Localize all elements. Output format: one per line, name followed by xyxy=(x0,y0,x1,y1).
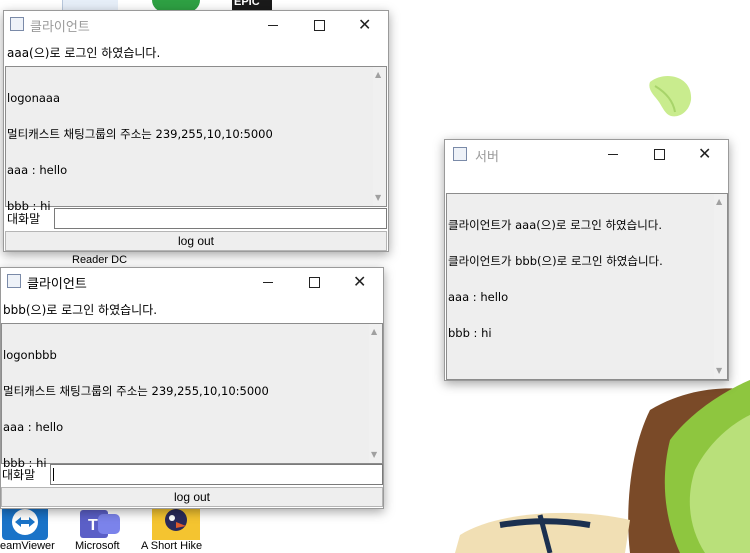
title-bar[interactable]: 클라이언트 ✕ xyxy=(4,11,388,39)
window-title: 클라이언트 xyxy=(30,20,90,35)
logout-button[interactable]: log out xyxy=(1,487,383,507)
epic-logo-text: EPIC xyxy=(234,0,260,8)
vertical-scrollbar[interactable]: ▲ ▼ xyxy=(373,67,386,206)
maximize-icon xyxy=(314,20,325,31)
window-title: 서버 xyxy=(475,150,499,165)
scroll-down-icon[interactable]: ▼ xyxy=(371,451,377,459)
logout-button[interactable]: log out xyxy=(5,231,387,251)
log-line: aaa : hello xyxy=(448,290,509,304)
minimize-icon xyxy=(263,282,273,283)
chat-message-input[interactable] xyxy=(50,464,383,485)
close-button[interactable]: ✕ xyxy=(682,140,728,168)
text-caret xyxy=(53,468,54,481)
a-short-hike-icon[interactable] xyxy=(152,504,200,540)
minimize-icon xyxy=(268,25,278,26)
client-window-aaa[interactable]: 클라이언트 ✕ aaa(으)로 로그인 하였습니다. logonaaa 멀티캐스… xyxy=(3,10,389,252)
minimize-button[interactable] xyxy=(590,140,636,168)
maximize-icon xyxy=(309,277,320,288)
window-title: 클라이언트 xyxy=(27,277,87,292)
java-app-icon xyxy=(453,147,467,161)
maximize-icon xyxy=(654,149,665,160)
scroll-down-icon[interactable]: ▼ xyxy=(375,194,381,202)
minimize-button[interactable] xyxy=(245,268,291,296)
chat-log-area[interactable]: logonaaa 멀티캐스트 채팅그룹의 주소는 239,255,10,10:5… xyxy=(5,66,387,212)
log-line: aaa : hello xyxy=(3,420,64,434)
desktop-label-a-short-hike: A Short Hike xyxy=(141,540,203,552)
title-bar[interactable]: 서버 ✕ xyxy=(445,140,728,168)
java-app-icon xyxy=(7,274,21,288)
chat-label: 대화말 xyxy=(2,468,36,482)
scroll-up-icon[interactable]: ▲ xyxy=(371,328,377,336)
chat-log-area[interactable]: logonbbb 멀티캐스트 채팅그룹의 주소는 239,255,10,10:5… xyxy=(1,323,383,469)
server-window[interactable]: 서버 ✕ 클라이언트가 aaa(으)로 로그인 하였습니다. 클라이언트가 bb… xyxy=(444,139,729,381)
close-button[interactable]: ✕ xyxy=(337,268,383,296)
close-button[interactable]: ✕ xyxy=(342,11,388,39)
log-line: logonaaa xyxy=(7,91,60,105)
chat-label: 대화말 xyxy=(7,212,41,226)
maximize-button[interactable] xyxy=(296,11,342,39)
vertical-scrollbar[interactable]: ▲ ▼ xyxy=(714,194,727,379)
desktop-label-microsoft: Microsoft xyxy=(75,540,120,552)
desktop-label-reader: Reader DC xyxy=(72,254,128,266)
client-window-bbb[interactable]: 클라이언트 ✕ bbb(으)로 로그인 하였습니다. logonbbb 멀티캐스… xyxy=(0,267,384,509)
microsoft-teams-icon[interactable]: T xyxy=(78,506,124,540)
log-line: 클라이언트가 aaa(으)로 로그인 하였습니다. xyxy=(448,218,663,232)
log-line: bbb : hi xyxy=(448,326,492,340)
minimize-icon xyxy=(608,154,618,155)
log-line: 멀티캐스트 채팅그룹의 주소는 239,255,10,10:5000 xyxy=(3,384,269,398)
log-line: 클라이언트가 bbb(으)로 로그인 하였습니다. xyxy=(448,254,663,268)
chat-message-input[interactable] xyxy=(54,208,387,229)
java-app-icon xyxy=(10,17,24,31)
close-icon: ✕ xyxy=(358,15,372,34)
scroll-up-icon[interactable]: ▲ xyxy=(375,71,381,79)
title-bar[interactable]: 클라이언트 ✕ xyxy=(1,268,383,296)
green-leaf-decoration xyxy=(649,76,692,117)
login-status-label: aaa(으)로 로그인 하였습니다. xyxy=(7,46,161,60)
server-log-area[interactable]: 클라이언트가 aaa(으)로 로그인 하였습니다. 클라이언트가 bbb(으)로… xyxy=(446,193,728,380)
wallpaper-art xyxy=(455,380,750,553)
maximize-button[interactable] xyxy=(291,268,337,296)
desktop-label-teamviewer: eamViewer xyxy=(0,540,55,552)
close-icon: ✕ xyxy=(353,272,367,291)
svg-text:T: T xyxy=(88,517,98,534)
vertical-scrollbar[interactable]: ▲ ▼ xyxy=(369,324,382,463)
log-line: aaa : hello xyxy=(7,163,68,177)
log-line: 멀티캐스트 채팅그룹의 주소는 239,255,10,10:5000 xyxy=(7,127,273,141)
scroll-up-icon[interactable]: ▲ xyxy=(716,198,722,206)
teamviewer-icon[interactable] xyxy=(2,504,48,540)
log-line: logonbbb xyxy=(3,348,57,362)
minimize-button[interactable] xyxy=(250,11,296,39)
server-log-text: 클라이언트가 aaa(으)로 로그인 하였습니다. 클라이언트가 bbb(으)로… xyxy=(448,195,713,363)
close-icon: ✕ xyxy=(698,144,712,163)
login-status-label: bbb(으)로 로그인 하였습니다. xyxy=(3,303,158,317)
maximize-button[interactable] xyxy=(636,140,682,168)
scroll-down-icon[interactable]: ▼ xyxy=(716,367,722,375)
